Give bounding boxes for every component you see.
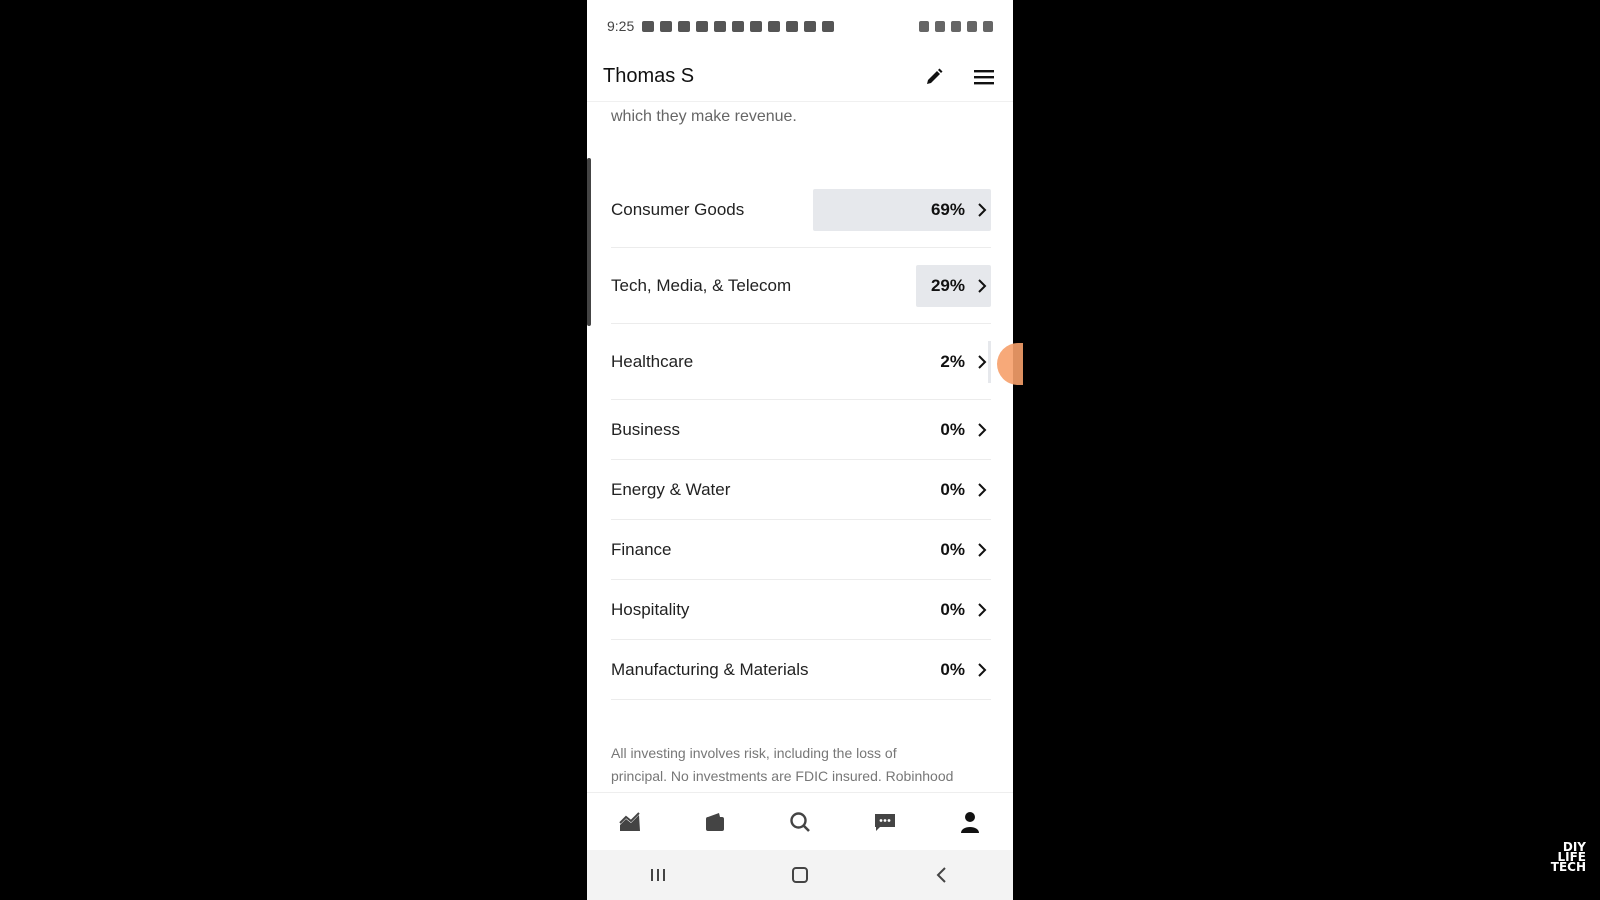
sector-name: Energy & Water xyxy=(611,479,731,499)
sector-percent: 29% xyxy=(930,275,965,295)
sector-percent: 0% xyxy=(940,539,965,559)
chevron-right-icon xyxy=(978,542,987,557)
wifi-icon xyxy=(935,20,945,32)
chart-icon[interactable] xyxy=(615,807,645,837)
app-icon xyxy=(768,20,781,32)
signal-icon xyxy=(967,20,977,32)
sector-percent: 2% xyxy=(940,351,965,371)
sector-name: Business xyxy=(611,419,680,439)
page-title: Thomas S xyxy=(603,65,695,87)
sector-row[interactable]: Consumer Goods 69% xyxy=(611,172,991,248)
calendar-icon xyxy=(678,20,691,32)
back-icon[interactable] xyxy=(922,860,962,890)
phone-screen: 9:25 Thomas S which they make revenue. C… xyxy=(587,0,1013,900)
home-app-icon xyxy=(786,20,799,32)
home-icon-svg xyxy=(792,867,808,883)
sector-percent: 69% xyxy=(930,199,965,219)
chevron-right-icon xyxy=(978,354,987,369)
app-icon xyxy=(750,20,763,32)
sector-content: which they make revenue. Consumer Goods 6… xyxy=(587,102,1013,792)
scroll-edge-indicator xyxy=(587,158,591,326)
menu-icon-svg xyxy=(974,69,994,84)
messages-icon[interactable] xyxy=(870,807,900,837)
settings-icon xyxy=(822,20,835,32)
message-icon xyxy=(642,20,655,32)
sector-row[interactable]: Manufacturing & Materials 0% xyxy=(611,640,991,700)
status-bar: 9:25 xyxy=(587,0,1013,52)
system-nav xyxy=(587,850,1013,900)
disclaimer-line: principal. No investments are FDIC insur… xyxy=(611,768,954,784)
watermark-line: TECH xyxy=(1550,860,1586,874)
sector-row[interactable]: Tech, Media, & Telecom 29% xyxy=(611,248,991,324)
chevron-right-icon xyxy=(978,202,987,217)
app-icon xyxy=(732,20,745,32)
disclaimer-line: All investing involves risk, including t… xyxy=(611,745,897,761)
sector-name: Tech, Media, & Telecom xyxy=(611,275,792,295)
back-icon-svg xyxy=(936,867,946,883)
app-icon xyxy=(804,20,817,32)
header-actions xyxy=(921,64,997,90)
search-icon[interactable] xyxy=(785,807,815,837)
home-icon[interactable] xyxy=(780,860,820,890)
chevron-right-icon xyxy=(978,602,987,617)
chevron-right-icon xyxy=(978,482,987,497)
profile-icon-svg xyxy=(961,812,980,833)
sector-percent: 0% xyxy=(940,479,965,499)
allocation-bar xyxy=(988,340,991,383)
wallet-icon[interactable] xyxy=(700,807,730,837)
intro-text: which they make revenue. xyxy=(611,108,797,125)
recents-icon-svg xyxy=(651,869,665,881)
chevron-right-icon xyxy=(978,278,987,293)
sector-list: Consumer Goods 69% Tech, Media, & Telecom 2… xyxy=(611,172,991,700)
sector-row[interactable]: Energy & Water 0% xyxy=(611,460,991,520)
search-icon-svg xyxy=(790,812,810,832)
sector-percent: 0% xyxy=(940,659,965,679)
app-header: Thomas S xyxy=(587,52,1013,102)
sector-name: Healthcare xyxy=(611,351,694,371)
bottom-nav xyxy=(587,792,1013,851)
system-status-icons xyxy=(919,20,993,32)
profile-icon[interactable] xyxy=(955,807,985,837)
status-time: 9:25 xyxy=(607,18,635,34)
chevron-right-icon xyxy=(978,422,987,437)
notification-icons xyxy=(642,20,835,32)
chart-icon-svg xyxy=(618,812,640,831)
pencil-icon-svg xyxy=(927,68,943,84)
mute-icon xyxy=(919,20,929,32)
wallet-icon-svg xyxy=(705,813,724,831)
video-icon xyxy=(696,20,709,32)
sector-name: Consumer Goods xyxy=(611,199,745,219)
battery-icon xyxy=(983,20,993,32)
sector-name: Hospitality xyxy=(611,599,690,619)
sector-row[interactable]: Healthcare 2% xyxy=(611,324,991,400)
sector-row[interactable]: Business 0% xyxy=(611,400,991,460)
recents-icon[interactable] xyxy=(638,860,678,890)
notification-icon xyxy=(660,20,673,32)
app-icon xyxy=(714,20,727,32)
sector-percent: 0% xyxy=(940,419,965,439)
sector-percent: 0% xyxy=(940,599,965,619)
watermark-logo: DIY LIFE TECH xyxy=(1536,841,1586,874)
hamburger-menu-icon[interactable] xyxy=(971,64,997,90)
disclaimer: All investing involves risk, including t… xyxy=(611,742,991,788)
chevron-right-icon xyxy=(978,662,987,677)
sector-row[interactable]: Finance 0% xyxy=(611,520,991,580)
sector-name: Finance xyxy=(611,539,672,559)
sector-row[interactable]: Hospitality 0% xyxy=(611,580,991,640)
sector-name: Manufacturing & Materials xyxy=(611,659,809,679)
pencil-icon[interactable] xyxy=(921,64,947,90)
messages-icon-svg xyxy=(875,814,896,831)
sync-icon xyxy=(951,20,961,32)
